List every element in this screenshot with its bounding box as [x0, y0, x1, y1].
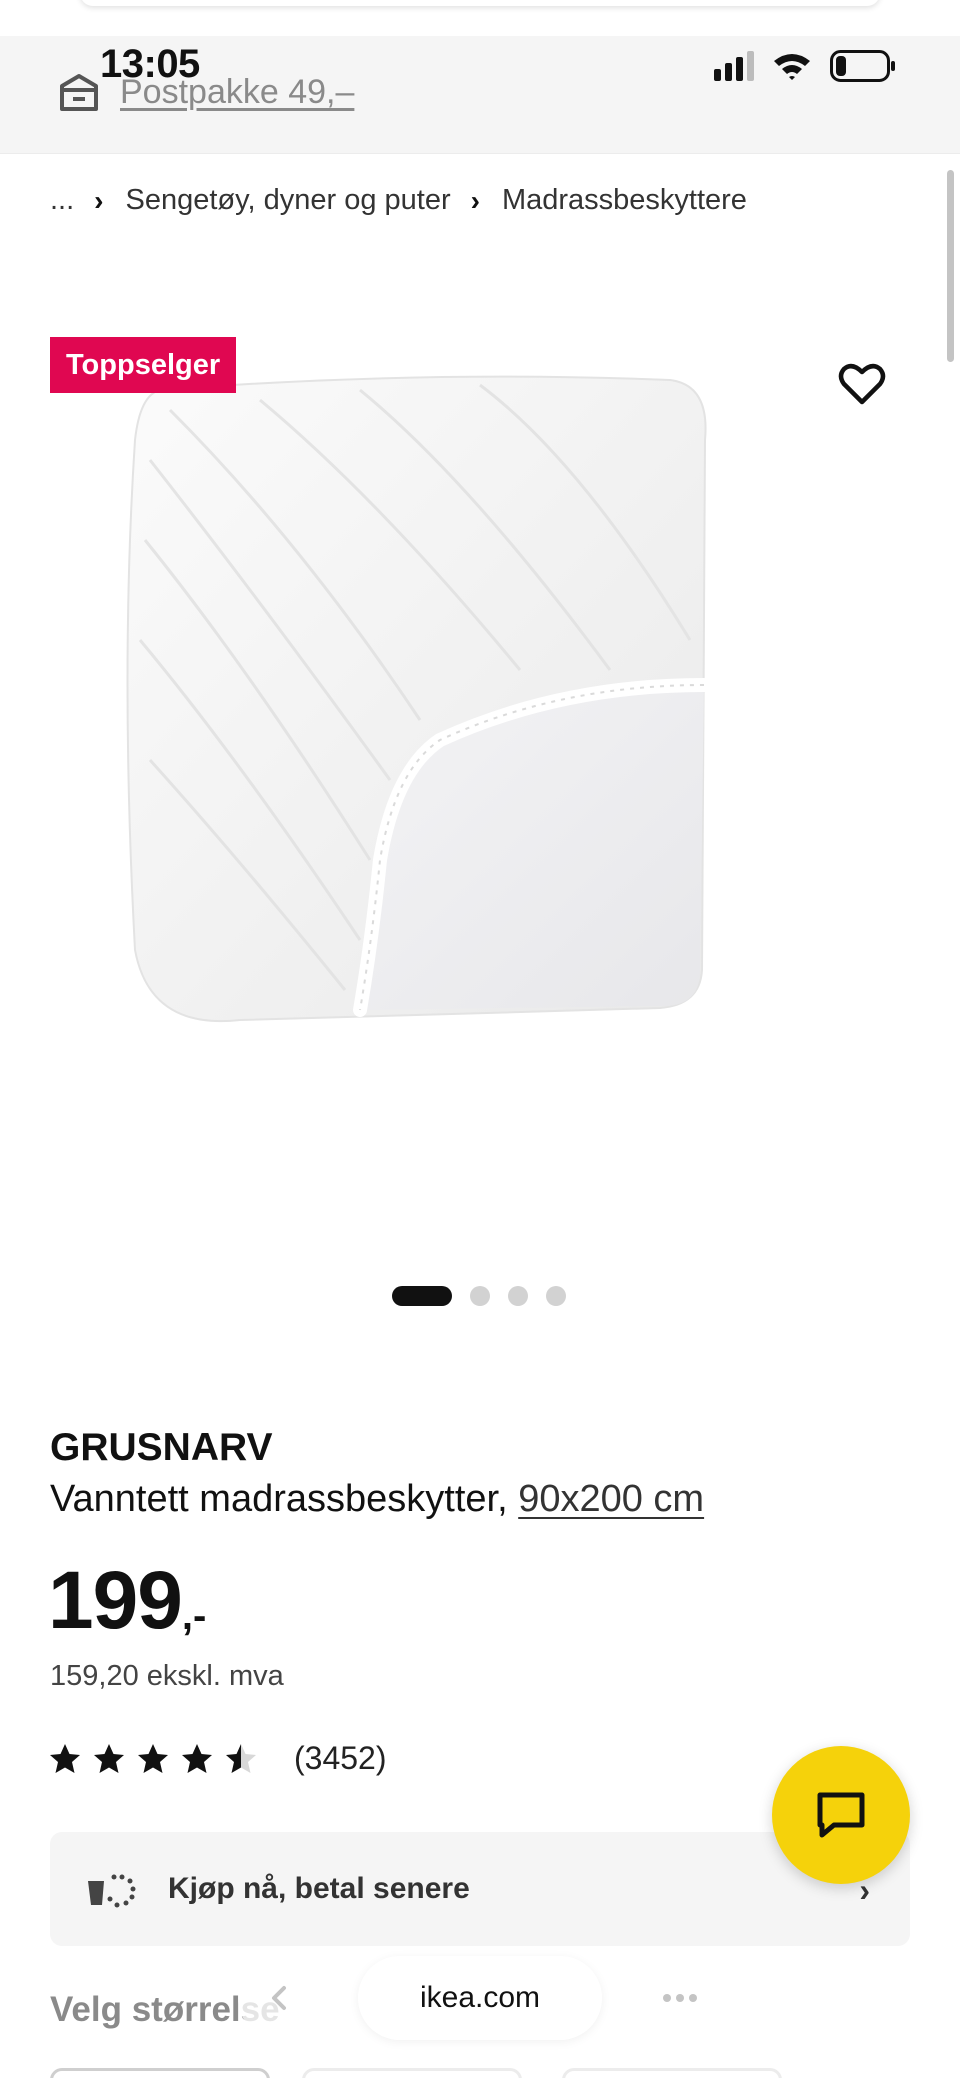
price: 199 ,-: [48, 1560, 206, 1642]
breadcrumb-separator: ›: [94, 184, 104, 216]
carousel-dot[interactable]: [508, 1286, 528, 1306]
rating-stars: [48, 1742, 258, 1776]
breadcrumb-ellipsis[interactable]: ...: [50, 184, 74, 217]
star-icon: [94, 1743, 124, 1773]
topseller-badge: Toppselger: [50, 337, 237, 393]
browser-bar: ikea.com: [0, 1952, 960, 2048]
mattress-protector-image: [126, 375, 711, 1023]
product-description: Vanntett madrassbeskytter, 90x200 cm: [50, 1478, 704, 1521]
carousel-dot[interactable]: [470, 1286, 490, 1306]
product-description-text: Vanntett madrassbeskytter,: [50, 1478, 508, 1520]
product-image[interactable]: [0, 340, 960, 1260]
star-icon: [50, 1743, 80, 1773]
size-link[interactable]: 90x200 cm: [518, 1478, 704, 1520]
header: 13:05 Postpakke 49,–: [0, 36, 960, 154]
favorite-button[interactable]: [836, 358, 888, 410]
price-value: 199: [48, 1555, 183, 1646]
delivery-text: Postpakke 49,–: [120, 72, 355, 111]
product-brand: GRUSNARV: [50, 1426, 273, 1469]
top-sliver: [0, 0, 960, 36]
size-option[interactable]: [302, 2068, 522, 2078]
browser-more-button[interactable]: [638, 1956, 722, 2040]
star-icon: [138, 1743, 168, 1773]
carousel-dot[interactable]: [546, 1286, 566, 1306]
more-icon: [663, 1994, 697, 2002]
carousel-dot[interactable]: [392, 1286, 452, 1306]
scrollbar[interactable]: [947, 170, 954, 362]
buy-now-pay-later-icon: [88, 1874, 136, 1908]
chat-button[interactable]: [772, 1746, 910, 1884]
heart-icon: [838, 363, 886, 405]
price-ex-vat: 159,20 ekskl. mva: [50, 1660, 284, 1692]
delivery-box-icon: [60, 74, 98, 111]
buy-now-pay-later-label: Kjøp nå, betal senere: [168, 1872, 470, 1905]
wifi-icon: [772, 51, 812, 81]
delivery-link[interactable]: Postpakke 49,–: [58, 72, 354, 112]
size-option[interactable]: [562, 2068, 782, 2078]
chat-bubble-icon: [817, 1792, 865, 1838]
star-icon: [226, 1743, 256, 1773]
signal-icon: [714, 51, 754, 81]
size-option[interactable]: [50, 2068, 270, 2078]
battery-icon: [830, 50, 896, 82]
breadcrumb-item-mattress-protectors[interactable]: Madrassbeskyttere: [502, 184, 747, 217]
price-suffix: ,-: [181, 1594, 207, 1638]
rating-count[interactable]: (3452): [294, 1740, 387, 1777]
status-icons: [714, 50, 896, 82]
rating[interactable]: (3452): [48, 1740, 387, 1777]
star-icon: [182, 1743, 212, 1773]
chevron-left-icon: [272, 1986, 286, 2010]
breadcrumb-separator: ›: [470, 184, 480, 216]
browser-url-bar[interactable]: ikea.com: [358, 1956, 602, 2040]
breadcrumb: ... › Sengetøy, dyner og puter › Madrass…: [50, 184, 747, 217]
carousel-dots: [392, 1286, 566, 1306]
top-pill: [80, 0, 880, 6]
breadcrumb-item-bedding[interactable]: Sengetøy, dyner og puter: [126, 184, 451, 217]
browser-back-button[interactable]: [238, 1956, 322, 2040]
